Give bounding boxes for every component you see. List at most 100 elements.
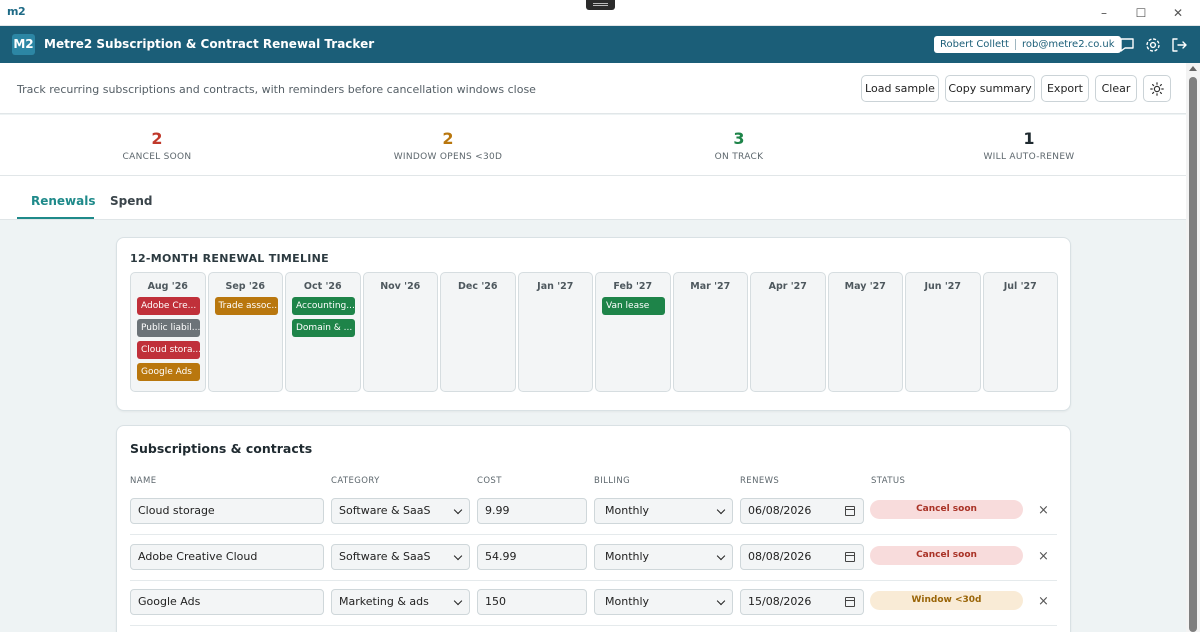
col-header-renews: RENEWS <box>740 476 780 486</box>
timeline-month-name: Jun '27 <box>924 281 962 292</box>
timeline-month-name: Oct '26 <box>303 281 342 292</box>
timeline-chip[interactable]: Domain & ... <box>292 319 355 337</box>
cost-input[interactable]: 54.99 <box>477 543 587 570</box>
timeline-month: Dec '26 <box>440 272 516 392</box>
app-logo: M2 <box>12 34 35 55</box>
timeline-month: May '27 <box>827 272 903 392</box>
page-scrollbar[interactable] <box>1186 63 1200 632</box>
feedback-icon[interactable] <box>1118 36 1136 54</box>
tab-renewals[interactable]: Renewals <box>31 194 96 208</box>
table-row: Cloud storage Software & SaaS 9.99 Monthly 0… <box>130 490 1057 535</box>
billing-select[interactable]: Monthly <box>594 498 733 524</box>
window-titlebar[interactable]: m2 – ☐ ✕ <box>0 0 1200 26</box>
user-name: Robert Collett <box>940 39 1009 50</box>
name-input[interactable]: Google Ads <box>130 589 324 615</box>
category-value: Software & SaaS <box>339 504 431 517</box>
toolbar: Track recurring subscriptions and contra… <box>0 63 1186 114</box>
renews-date-input[interactable]: 15/08/2026 <box>740 589 864 615</box>
timeline-month-name: May '27 <box>844 281 886 292</box>
user-badge[interactable]: Robert Collett rob@metre2.co.uk <box>934 36 1121 53</box>
timeline-month-name: Jan '27 <box>537 281 574 292</box>
timeline-title: 12-MONTH RENEWAL TIMELINE <box>130 252 329 265</box>
timeline-month: Jun '27 <box>905 272 981 392</box>
billing-select[interactable]: Monthly <box>594 589 733 615</box>
window-drag-handle[interactable] <box>586 0 615 10</box>
timeline-chip[interactable]: Adobe Cre... <box>137 297 200 315</box>
timeline-month-name: Mar '27 <box>690 281 731 292</box>
timeline-chip[interactable]: Van lease <box>602 297 665 315</box>
app-header: M2 Metre2 Subscription & Contract Renewa… <box>0 26 1200 63</box>
calendar-icon[interactable] <box>845 506 855 516</box>
renews-date-value: 06/08/2026 <box>748 504 812 517</box>
table-row: Adobe Creative Cloud Software & SaaS 54.99… <box>130 536 1057 581</box>
col-header-category: CATEGORY <box>331 476 380 486</box>
col-header-cost: COST <box>477 476 502 486</box>
timeline-chip-list: Van lease <box>602 297 665 315</box>
stat-label: WILL AUTO-RENEW <box>983 152 1075 162</box>
timeline-chip[interactable]: Google Ads <box>137 363 200 381</box>
copy-summary-button[interactable]: Copy summary <box>945 75 1035 102</box>
col-header-billing: BILLING <box>594 476 631 486</box>
billing-select[interactable]: Monthly <box>594 543 733 570</box>
billing-value: Monthly <box>605 504 650 517</box>
category-select[interactable]: Marketing & ads <box>331 589 470 615</box>
renews-date-value: 08/08/2026 <box>748 549 812 563</box>
tab-spend[interactable]: Spend <box>110 194 153 208</box>
timeline-month-name: Apr '27 <box>768 281 807 292</box>
stat-auto-renew: 1 WILL AUTO-RENEW <box>929 129 1129 162</box>
status-badge: Cancel soon <box>870 500 1023 519</box>
tagline: Track recurring subscriptions and contra… <box>17 83 536 96</box>
timeline-chip[interactable]: Accounting... <box>292 297 355 315</box>
subscriptions-card: Subscriptions & contracts NAME CATEGORY … <box>116 425 1071 632</box>
timeline-month: Feb '27 Van lease <box>595 272 671 392</box>
calendar-icon[interactable] <box>845 597 855 607</box>
billing-value: Monthly <box>605 549 650 563</box>
clear-button[interactable]: Clear <box>1095 75 1137 102</box>
status-badge: Window <30d <box>870 591 1023 610</box>
calendar-icon[interactable] <box>845 551 855 562</box>
timeline-month: Sep '26 Trade assoc... <box>207 272 283 392</box>
app-title: Metre2 Subscription & Contract Renewal T… <box>44 37 375 51</box>
stat-value: 2 <box>151 129 163 148</box>
timeline-month-name: Sep '26 <box>225 281 266 292</box>
stat-label: CANCEL SOON <box>122 152 192 162</box>
user-email: rob@metre2.co.uk <box>1021 39 1115 50</box>
os-app-logo: m2 <box>7 5 26 18</box>
scroll-up-arrow-icon[interactable] <box>1189 66 1197 71</box>
stat-window-opens: 2 WINDOW OPENS <30D <box>348 129 548 162</box>
delete-row-button[interactable]: × <box>1038 594 1049 609</box>
logout-icon[interactable] <box>1170 36 1188 54</box>
export-button[interactable]: Export <box>1041 75 1089 102</box>
sun-icon <box>1150 82 1164 96</box>
timeline-chip-list: Trade assoc... <box>214 297 278 315</box>
renews-date-input[interactable]: 06/08/2026 <box>740 498 864 524</box>
name-input[interactable]: Adobe Creative Cloud <box>130 543 324 570</box>
timeline-month-name: Jul '27 <box>1003 281 1037 292</box>
minimize-button[interactable]: – <box>1090 4 1118 22</box>
delete-row-button[interactable]: × <box>1038 549 1049 564</box>
category-select[interactable]: Software & SaaS <box>331 543 470 570</box>
close-window-button[interactable]: ✕ <box>1164 4 1192 22</box>
timeline-month: Jul '27 <box>982 272 1058 392</box>
timeline-month: Jan '27 <box>517 272 593 392</box>
stat-label: ON TRACK <box>714 152 764 162</box>
cost-input[interactable]: 150 <box>477 589 587 615</box>
timeline-chip[interactable]: Public liabil... <box>137 319 200 337</box>
col-header-status: STATUS <box>871 476 906 486</box>
timeline-chip[interactable]: Trade assoc... <box>214 297 278 315</box>
scrollbar-thumb[interactable] <box>1189 77 1197 632</box>
maximize-button[interactable]: ☐ <box>1127 4 1155 22</box>
name-input[interactable]: Cloud storage <box>130 498 324 524</box>
timeline-chip[interactable]: Cloud stora... <box>137 341 200 359</box>
timeline-month: Mar '27 <box>672 272 748 392</box>
stat-value: 2 <box>442 129 454 148</box>
timeline-card: 12-MONTH RENEWAL TIMELINE Aug '26 Adobe C… <box>116 237 1071 411</box>
timeline-months: Aug '26 Adobe Cre... Public liabil... Cloud… <box>130 272 1058 392</box>
category-select[interactable]: Software & SaaS <box>331 498 470 524</box>
theme-toggle-button[interactable] <box>1143 75 1171 102</box>
renews-date-input[interactable]: 08/08/2026 <box>740 543 864 570</box>
delete-row-button[interactable]: × <box>1038 503 1049 518</box>
cost-input[interactable]: 9.99 <box>477 498 587 524</box>
settings-gear-icon[interactable] <box>1144 36 1162 54</box>
load-sample-button[interactable]: Load sample <box>861 75 939 102</box>
